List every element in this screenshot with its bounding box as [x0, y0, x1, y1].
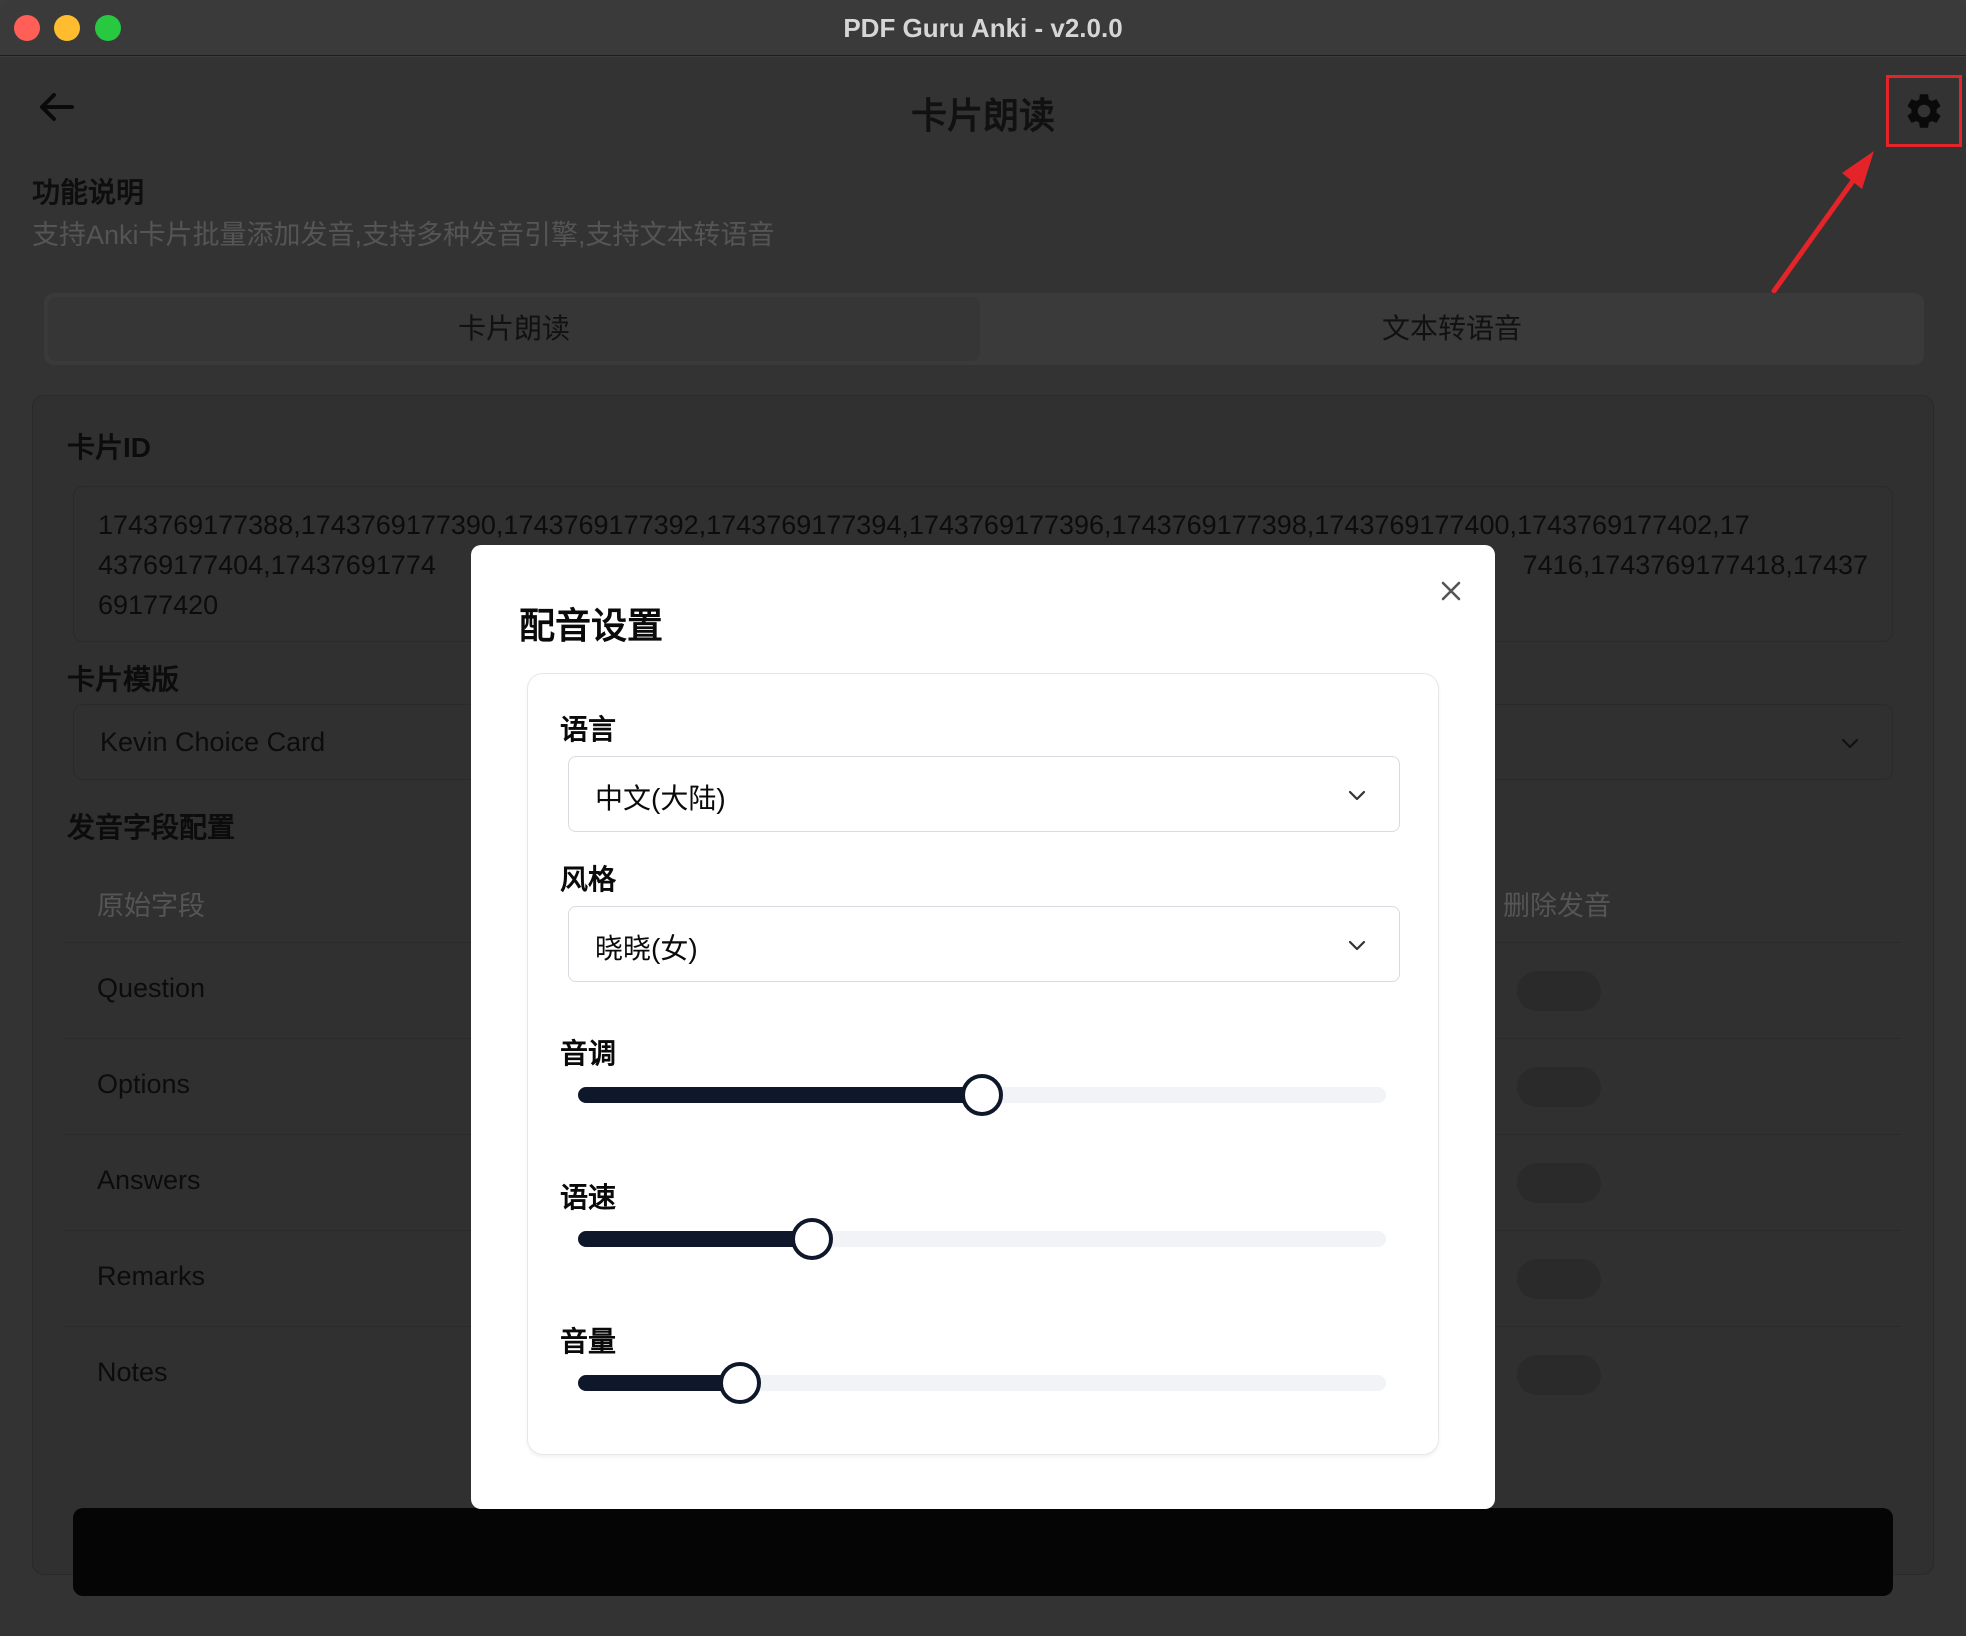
style-value: 晓晓(女): [595, 933, 698, 964]
dialog-title: 配音设置: [519, 605, 664, 646]
field-row-label: Notes: [97, 1357, 168, 1387]
style-label: 风格: [560, 864, 617, 895]
language-value: 中文(大陆): [595, 783, 726, 814]
card-ids-line: 43769177404,17437691774: [98, 550, 436, 580]
delete-toggle[interactable]: [1517, 1067, 1601, 1107]
rate-slider[interactable]: [578, 1218, 1386, 1260]
delete-toggle[interactable]: [1517, 1259, 1601, 1299]
delete-toggle[interactable]: [1517, 971, 1601, 1011]
card-ids-line: 7416,1743769177418,17437: [1522, 550, 1868, 580]
slider-thumb[interactable]: [791, 1218, 834, 1260]
chevron-down-icon: [1841, 738, 1859, 749]
page-title: 卡片朗读: [910, 95, 1055, 136]
chevron-down-icon: [1348, 790, 1366, 801]
field-row-label: Question: [97, 973, 206, 1003]
delete-toggle[interactable]: [1517, 1355, 1601, 1395]
voice-settings-panel: 语言 中文(大陆) 风格 晓晓(女) 音调 语速 音量: [527, 673, 1439, 1455]
gear-icon: [1907, 94, 1941, 128]
chevron-down-icon: [1348, 940, 1366, 951]
slider-thumb[interactable]: [961, 1074, 1003, 1116]
slider-fill: [578, 1231, 813, 1247]
card-ids-line: 1743769177388,1743769177390,174376917739…: [98, 510, 1750, 540]
slider-fill: [578, 1087, 982, 1103]
annotation-arrow-icon: [1771, 151, 1874, 294]
mode-tabs: 卡片朗读 文本转语音: [44, 293, 1924, 365]
rate-label: 语速: [560, 1182, 617, 1213]
close-icon: [1441, 581, 1461, 601]
language-label: 语言: [560, 714, 617, 745]
slider-fill: [578, 1375, 740, 1391]
dialog-close-button[interactable]: [1433, 573, 1469, 609]
pitch-slider[interactable]: [578, 1074, 1386, 1116]
field-row-label: Answers: [97, 1165, 201, 1195]
field-row-label: Options: [97, 1069, 191, 1099]
language-select[interactable]: 中文(大陆): [568, 756, 1400, 832]
description-text: 支持Anki卡片批量添加发音,支持多种发音引擎,支持文本转语音: [32, 220, 775, 250]
window-titlebar: PDF Guru Anki - v2.0.0: [0, 0, 1966, 56]
card-id-label: 卡片ID: [67, 432, 152, 463]
tab-text-to-speech[interactable]: 文本转语音: [984, 297, 1920, 361]
tab-card-reading[interactable]: 卡片朗读: [48, 297, 980, 361]
delete-toggle[interactable]: [1517, 1163, 1601, 1203]
style-select[interactable]: 晓晓(女): [568, 906, 1400, 982]
field-row-label: Remarks: [97, 1261, 206, 1291]
settings-button[interactable]: [1886, 75, 1962, 147]
slider-thumb[interactable]: [718, 1362, 761, 1404]
template-value: Kevin Choice Card: [100, 727, 326, 757]
column-source-header: 原始字段: [97, 891, 205, 921]
template-label: 卡片模版: [67, 664, 180, 695]
submit-button[interactable]: [73, 1508, 1893, 1596]
field-config-label: 发音字段配置: [67, 812, 236, 843]
description-title: 功能说明: [32, 177, 145, 208]
voice-settings-dialog: 配音设置 语言 中文(大陆) 风格 晓晓(女) 音调 语速 音量: [471, 545, 1495, 1509]
column-delete-header: 删除发音: [1503, 891, 1611, 921]
window-title: PDF Guru Anki - v2.0.0: [843, 13, 1123, 43]
pitch-label: 音调: [560, 1038, 617, 1069]
volume-label: 音量: [560, 1326, 617, 1357]
volume-slider[interactable]: [578, 1362, 1386, 1404]
